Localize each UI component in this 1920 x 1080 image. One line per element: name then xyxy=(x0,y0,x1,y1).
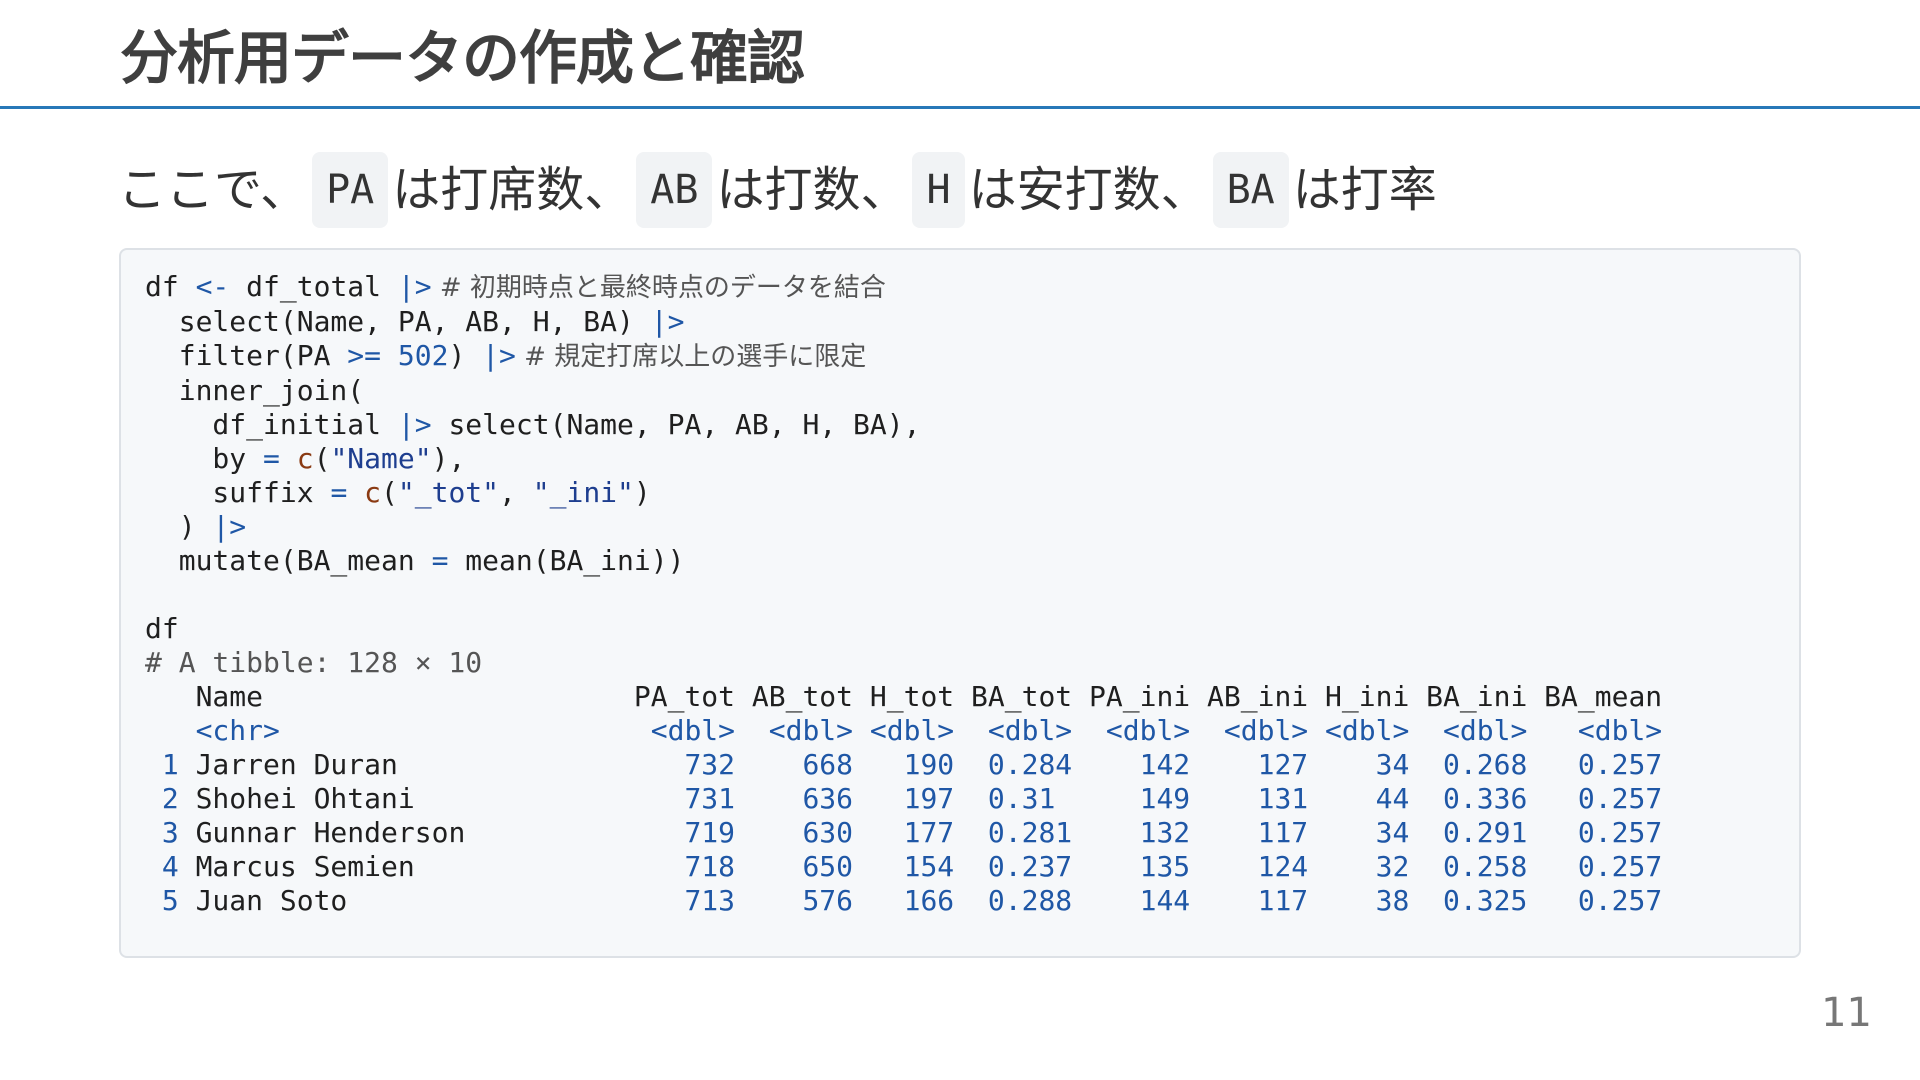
lead-text-ab: は打数、 xyxy=(716,162,909,218)
code-line-3: filter(PA >= 502) |> # 規定打席以上の選手に限定 xyxy=(145,339,867,372)
code-line-2: select(Name, PA, AB, H, BA) |> xyxy=(145,305,685,338)
code-line-9: mutate(BA_mean = mean(BA_ini)) xyxy=(145,544,685,577)
code-block-container: df <- df_total |> # 初期時点と最終時点のデータを結合 sel… xyxy=(119,248,1801,958)
code-line-6: by = c("Name"), xyxy=(145,442,466,475)
page-number: 11 xyxy=(1821,990,1872,1036)
lead-prefix: ここで、 xyxy=(118,162,309,218)
table-row: 1 Jarren Duran 732 668 190 0.284 142 127… xyxy=(145,748,1663,781)
inline-code-ab: AB xyxy=(636,152,713,228)
code-line-11: df xyxy=(145,612,179,645)
code-block: df <- df_total |> # 初期時点と最終時点のデータを結合 sel… xyxy=(145,270,1662,918)
output-summary: # A tibble: 128 × 10 xyxy=(145,646,483,679)
table-row: 2 Shohei Ohtani 731 636 197 0.31 149 131… xyxy=(145,782,1663,815)
lead-text-h: は安打数、 xyxy=(968,162,1209,218)
code-line-4: inner_join( xyxy=(145,374,365,407)
lead-text-ba: は打率 xyxy=(1292,162,1437,218)
page-title: 分析用データの作成と確認 xyxy=(120,24,805,92)
output-header: Name PA_tot AB_tot H_tot BA_tot PA_ini A… xyxy=(145,680,1663,713)
lead-text-pa: は打席数、 xyxy=(392,162,633,218)
code-line-8: ) |> xyxy=(145,510,247,543)
lead-sentence: ここで、 PA は打席数、 AB は打数、 H は安打数、 BA は打率 xyxy=(118,152,1437,228)
code-line-1: df <- df_total |> # 初期時点と最終時点のデータを結合 xyxy=(145,270,886,303)
inline-code-h: H xyxy=(912,152,965,228)
table-row: 5 Juan Soto 713 576 166 0.288 144 117 38… xyxy=(145,884,1663,917)
output-types: <chr> <dbl> <dbl> <dbl> <dbl> <dbl> <dbl… xyxy=(145,714,1663,747)
inline-code-ba: BA xyxy=(1212,152,1289,228)
inline-code-pa: PA xyxy=(312,152,389,228)
title-divider xyxy=(0,106,1920,109)
code-line-7: suffix = c("_tot", "_ini") xyxy=(145,476,651,509)
code-line-5: df_initial |> select(Name, PA, AB, H, BA… xyxy=(145,408,921,441)
table-row: 4 Marcus Semien 718 650 154 0.237 135 12… xyxy=(145,850,1663,883)
table-row: 3 Gunnar Henderson 719 630 177 0.281 132… xyxy=(145,816,1663,849)
